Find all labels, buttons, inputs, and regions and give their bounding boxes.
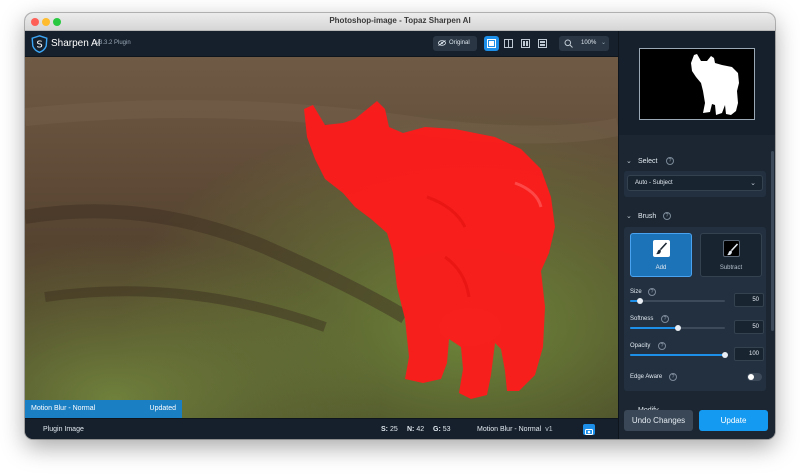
comparison-view-button[interactable] [535, 36, 550, 51]
softness-slider-row: Softness ? 50 [630, 315, 764, 342]
edge-aware-toggle[interactable] [747, 373, 762, 381]
opacity-help-icon[interactable]: ? [658, 342, 666, 350]
status-badge: Motion Blur - Normal Updated [25, 400, 182, 418]
size-help-icon[interactable]: ? [648, 288, 656, 296]
comparison-view-icon [538, 39, 547, 48]
svg-text:S: S [36, 40, 42, 51]
softness-slider-fill [630, 327, 678, 329]
select-mode-value: Auto - Subject [635, 180, 673, 186]
sharpen-logo-icon: S [31, 35, 48, 53]
softness-slider[interactable] [630, 325, 725, 331]
model-label: Motion Blur - Normal v1 [477, 426, 553, 433]
photo-view [25, 57, 618, 418]
edge-aware-row: Edge Aware ? [630, 372, 764, 384]
g-value: 53 [442, 426, 451, 433]
top-toolbar: S Sharpen AI v3.3.2 Plugin Original 100% [25, 31, 618, 57]
brush-add-button[interactable]: Add [630, 233, 692, 277]
s-label: S: [381, 426, 388, 433]
softness-label: Softness [630, 316, 654, 322]
image-canvas[interactable]: Motion Blur - Normal Updated [25, 57, 618, 418]
size-slider[interactable] [630, 298, 725, 304]
softness-value-field[interactable]: 50 [734, 320, 764, 334]
camera-icon [585, 429, 593, 435]
select-section-header[interactable]: ⌄ Select ? [626, 156, 766, 168]
opacity-label: Opacity [630, 343, 651, 349]
brush-add-icon-tile [653, 240, 670, 257]
original-toggle-button[interactable]: Original [433, 36, 477, 51]
select-section-body: Auto - Subject ⌄ [624, 171, 766, 197]
split-view-button[interactable] [501, 36, 516, 51]
chevron-down-icon: ⌄ [626, 158, 632, 165]
toggle-knob [748, 374, 754, 380]
grain-stat: G: 53 [433, 426, 451, 433]
split-view-icon [504, 39, 513, 48]
app-version: v3.3.2 Plugin [96, 40, 131, 46]
model-name: Motion Blur - Normal [477, 426, 542, 433]
paintbrush-icon [656, 242, 668, 255]
brush-title: Brush [638, 213, 657, 220]
camera-icon-button[interactable] [583, 424, 595, 435]
softness-slider-knob[interactable] [674, 325, 681, 331]
noise-stat: N: 42 [407, 426, 424, 433]
side-panel: ⌄ Select ? Auto - Subject ⌄ ⌄ Brush ? Ad… [618, 31, 775, 439]
window-title: Photoshop-image - Topaz Sharpen AI [329, 16, 471, 25]
mask-preview [619, 31, 775, 135]
brush-section-body: Add Subtract Size ? 50 Softness ? 50 Opa… [624, 227, 766, 391]
eraser-brush-icon [727, 243, 739, 256]
n-value: 42 [416, 426, 425, 433]
opacity-slider[interactable] [630, 352, 728, 358]
app-window: Photoshop-image - Topaz Sharpen AI S Sha… [25, 13, 775, 439]
select-title: Select [638, 158, 658, 165]
mask-silhouette [691, 54, 739, 115]
model-version: v1 [545, 426, 553, 433]
select-help-icon[interactable]: ? [666, 157, 674, 165]
brush-subtract-label: Subtract [719, 265, 743, 271]
size-slider-row: Size ? 50 [630, 288, 764, 315]
original-label: Original [449, 40, 470, 46]
plugin-image-label: Plugin Image [43, 426, 84, 433]
opacity-slider-row: Opacity ? 100 [630, 342, 764, 369]
eye-slash-icon [438, 40, 446, 46]
update-button[interactable]: Update [699, 410, 768, 431]
mask-thumbnail [639, 48, 755, 120]
n-label: N: [407, 426, 415, 433]
size-value-field[interactable]: 50 [734, 293, 764, 307]
zoom-select[interactable]: 100% ⌄ [559, 36, 609, 51]
select-mode-dropdown[interactable]: Auto - Subject ⌄ [627, 175, 763, 191]
app-name: Sharpen AI [51, 38, 101, 49]
bottom-status-bar: Plugin Image S: 25 N: 42 G: 53 Motion Bl… [25, 418, 618, 439]
brush-section-header[interactable]: ⌄ Brush ? [626, 211, 766, 223]
softness-help-icon[interactable]: ? [661, 315, 669, 323]
edge-aware-label: Edge Aware [630, 374, 663, 380]
opacity-slider-knob[interactable] [722, 352, 728, 358]
brush-subtract-icon-tile [723, 240, 740, 257]
brush-help-icon[interactable]: ? [663, 212, 671, 220]
g-label: G: [433, 426, 441, 433]
side-by-side-icon [521, 39, 530, 48]
panel-scrollbar[interactable] [771, 151, 774, 331]
chevron-down-icon: ⌄ [750, 180, 756, 187]
chevron-down-icon: ⌄ [601, 40, 607, 46]
s-value: 25 [389, 426, 398, 433]
opacity-slider-fill [630, 354, 725, 356]
brush-add-label: Add [655, 265, 667, 271]
single-view-button[interactable] [484, 36, 499, 51]
single-view-icon [487, 39, 496, 48]
edge-aware-help-icon[interactable]: ? [669, 373, 677, 381]
undo-changes-button[interactable]: Undo Changes [624, 410, 693, 431]
side-by-side-view-button[interactable] [518, 36, 533, 51]
status-state: Updated [149, 405, 176, 412]
size-label: Size [630, 289, 642, 295]
chevron-down-icon: ⌄ [626, 213, 632, 220]
size-slider-knob[interactable] [636, 298, 643, 304]
sharpen-strength-stat: S: 25 [381, 426, 398, 433]
zoom-magnifier-icon [564, 39, 573, 48]
zoom-value: 100% [581, 40, 597, 46]
status-mode: Motion Blur - Normal [31, 405, 96, 412]
brush-subtract-button[interactable]: Subtract [700, 233, 762, 277]
opacity-value-field[interactable]: 100 [734, 347, 764, 361]
title-bar: Photoshop-image - Topaz Sharpen AI [25, 13, 775, 31]
